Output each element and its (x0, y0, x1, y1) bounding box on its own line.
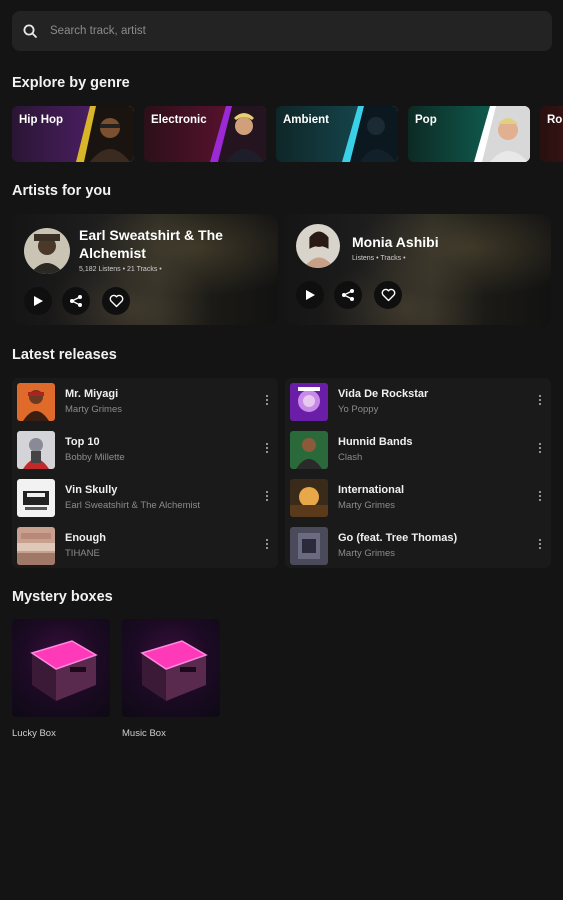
section-title-releases: Latest releases (12, 347, 117, 363)
release-title: Go (feat. Tree Thomas) (338, 532, 458, 544)
more-options-icon[interactable] (537, 443, 543, 457)
share-button[interactable] (334, 281, 362, 309)
genre-label: Electronic (151, 114, 207, 126)
genre-label: Ambient (283, 114, 329, 126)
avatar (296, 224, 340, 268)
more-options-icon[interactable] (264, 539, 270, 553)
play-button[interactable] (24, 287, 52, 315)
list-item[interactable]: Hunnid Bands Clash (289, 430, 549, 470)
section-title-mystery: Mystery boxes (12, 589, 113, 605)
artist-meta: 5,182 Listens • 21 Tracks • (79, 266, 162, 273)
more-options-icon[interactable] (264, 491, 270, 505)
mystery-box-image (30, 640, 98, 701)
mystery-box-lucky[interactable] (12, 619, 110, 717)
more-options-icon[interactable] (537, 539, 543, 553)
section-title-genres: Explore by genre (12, 75, 130, 91)
like-button[interactable] (102, 287, 130, 315)
share-icon (342, 289, 354, 301)
list-item[interactable]: Top 10 Bobby Millette (16, 430, 276, 470)
more-options-icon[interactable] (264, 443, 270, 457)
share-icon (70, 295, 82, 307)
release-cover (17, 431, 55, 469)
list-item[interactable]: Mr. Miyagi Marty Grimes (16, 382, 276, 422)
play-button[interactable] (296, 281, 324, 309)
artist-name: Monia Ashibi (352, 234, 439, 250)
heart-icon (109, 294, 123, 308)
genre-label: Pop (415, 114, 437, 126)
release-title: Vida De Rockstar (338, 388, 429, 400)
release-cover (290, 431, 328, 469)
genre-rock[interactable]: Ro (540, 106, 563, 162)
release-title: Enough (65, 532, 106, 544)
more-options-icon[interactable] (264, 395, 270, 409)
release-artist: Marty Grimes (338, 548, 395, 559)
play-icon (306, 290, 315, 300)
release-title: Vin Skully (65, 484, 118, 496)
genre-artist-image (342, 106, 398, 162)
genre-hip-hop[interactable]: Hip Hop (12, 106, 134, 162)
play-icon (34, 296, 43, 306)
artist-meta: Listens • Tracks • (352, 255, 406, 262)
release-title: Hunnid Bands (338, 436, 413, 448)
release-title: Mr. Miyagi (65, 388, 119, 400)
artist-card-earl-sweatshirt[interactable]: Earl Sweatshirt & The Alchemist 5,182 Li… (12, 214, 278, 325)
artist-card-monia-ashibi[interactable]: Monia Ashibi Listens • Tracks • (285, 214, 551, 325)
share-button[interactable] (62, 287, 90, 315)
genre-artist-image (76, 106, 134, 162)
genre-label: Hip Hop (19, 114, 64, 126)
list-item[interactable]: Vin Skully Earl Sweatshirt & The Alchemi… (16, 478, 276, 518)
genre-pop[interactable]: Pop (408, 106, 530, 162)
release-artist: Marty Grimes (65, 404, 122, 415)
list-item[interactable]: Go (feat. Tree Thomas) Marty Grimes (289, 526, 549, 566)
more-options-icon[interactable] (537, 491, 543, 505)
release-title: Top 10 (65, 436, 100, 448)
release-artist: Yo Poppy (338, 404, 379, 415)
release-artist: Marty Grimes (338, 500, 395, 511)
search-icon (23, 24, 37, 38)
release-cover (290, 383, 328, 421)
genre-ambient[interactable]: Ambient (276, 106, 398, 162)
releases-column-left: Mr. Miyagi Marty Grimes Top 10 Bobby Mil… (12, 378, 278, 568)
release-title: International (338, 484, 405, 496)
heart-icon (381, 288, 395, 302)
genre-electronic[interactable]: Electronic (144, 106, 266, 162)
genre-carousel[interactable]: Hip Hop Electronic Ambient Pop Ro (12, 106, 563, 162)
like-button[interactable] (374, 281, 402, 309)
search-bar[interactable] (12, 11, 552, 51)
release-cover (290, 527, 328, 565)
release-artist: Earl Sweatshirt & The Alchemist (65, 500, 200, 511)
release-artist: Clash (338, 452, 363, 463)
release-cover (17, 479, 55, 517)
release-artist: TIHANE (65, 548, 100, 559)
more-options-icon[interactable] (537, 395, 543, 409)
search-input[interactable] (50, 25, 490, 37)
mystery-box-image (140, 640, 208, 701)
list-item[interactable]: Vida De Rockstar Yo Poppy (289, 382, 549, 422)
mystery-box-label: Music Box (122, 728, 166, 739)
list-item[interactable]: Enough TIHANE (16, 526, 276, 566)
genre-artist-image (474, 106, 530, 162)
mystery-box-music[interactable] (122, 619, 220, 717)
mystery-box-label: Lucky Box (12, 728, 56, 739)
avatar (24, 228, 70, 274)
section-title-artists: Artists for you (12, 183, 112, 199)
list-item[interactable]: International Marty Grimes (289, 478, 549, 518)
release-cover (17, 527, 55, 565)
releases-column-right: Vida De Rockstar Yo Poppy Hunnid Bands C… (285, 378, 551, 568)
release-cover (17, 383, 55, 421)
genre-artist-image (210, 106, 266, 162)
release-cover (290, 479, 328, 517)
artist-name: Earl Sweatshirt & The Alchemist (79, 227, 223, 261)
genre-label: Ro (547, 114, 563, 126)
release-artist: Bobby Millette (65, 452, 125, 463)
